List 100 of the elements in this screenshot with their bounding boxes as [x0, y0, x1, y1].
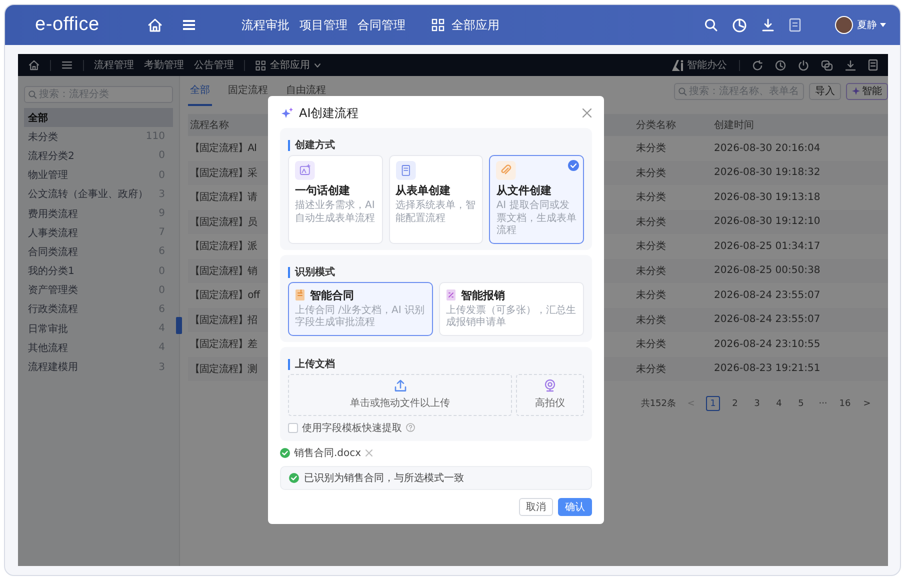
table-cell-text: 未分类 [635, 314, 667, 327]
all-apps-link[interactable]: 全部应用 [255, 58, 321, 72]
nav-link[interactable]: 项目管理 [299, 16, 348, 34]
table-cell-text: 2026-08-30 19:18:32 [713, 167, 822, 178]
search-icon[interactable] [704, 18, 718, 32]
tab[interactable]: 固定流程 [226, 76, 270, 106]
option-card[interactable]: 从表单创建 选择系统表单，智能配置流程 [388, 155, 484, 244]
option-description: 选择系统表单，智能配置流程 [396, 200, 476, 225]
column-header: 流程名称 [189, 118, 228, 132]
upload-dropzone[interactable]: 单击或拖动文件以上传 [288, 374, 512, 416]
sidebar-item[interactable]: 全部 [24, 108, 173, 128]
checkbox[interactable] [288, 422, 298, 432]
import-button[interactable]: 导入 [809, 82, 841, 100]
mode-card[interactable]: 智能报销 上传发票（可多张），汇总生成报销申请单 [439, 282, 584, 336]
table-cell-text: 未分类 [635, 362, 667, 376]
menu-icon[interactable] [61, 59, 73, 71]
camera-scan-button[interactable]: 高拍仪 [516, 374, 584, 416]
table-cell-text: 【固定流程】AI [189, 142, 257, 156]
menu-icon[interactable] [181, 17, 198, 33]
column-header: 创建时间 [713, 118, 755, 132]
table-cell-text: 未分类 [635, 190, 667, 204]
option-title: 从表单创建 [396, 183, 452, 198]
close-icon[interactable] [582, 108, 592, 118]
nav-link[interactable]: 公告管理 [194, 58, 234, 72]
avatar[interactable] [835, 16, 853, 34]
table-cell-text: 2026-08-24 23:55:07 [713, 314, 822, 326]
success-icon [289, 472, 299, 482]
page-button[interactable]: ··· [816, 396, 830, 411]
caret-icon[interactable] [880, 23, 886, 27]
nav-link[interactable]: 考勤管理 [144, 58, 184, 72]
table-cell-text: 2026-08-25 00:50:38 [713, 265, 822, 276]
table-cell-text: 未分类 [635, 166, 667, 180]
table-cell-text: 2026-08-24 23:55:07 [713, 290, 822, 301]
tab[interactable]: 全部 [188, 76, 212, 106]
page-button[interactable]: 5 [794, 396, 808, 411]
logo[interactable]: e-office [35, 14, 100, 36]
table-cell-text: 未分类 [635, 288, 667, 302]
table-cell-text: 未分类 [635, 216, 667, 229]
table-cell-text: 【固定流程】off [189, 288, 260, 302]
nav-link[interactable]: 流程审批 [241, 16, 290, 34]
chat-icon[interactable] [821, 60, 833, 70]
column-header: 分类名称 [635, 118, 677, 132]
table-cell-text: 2026-08-25 01:34:17 [713, 240, 822, 252]
home-icon[interactable] [28, 59, 40, 71]
confirm-button[interactable]: 确认 [558, 498, 592, 516]
download-icon[interactable] [845, 60, 856, 70]
file-name[interactable]: 销售合同.docx [294, 446, 362, 460]
page-button[interactable]: 3 [750, 396, 764, 411]
all-apps-link[interactable]: 全部应用 [431, 16, 500, 34]
table-cell-text: 未分类 [635, 142, 667, 156]
document-icon[interactable] [789, 18, 801, 32]
search-icon [678, 86, 687, 96]
chevron-down-icon [314, 62, 321, 68]
check-badge-icon [568, 160, 579, 171]
collapse-handle[interactable] [176, 317, 182, 334]
upload-icon [394, 379, 406, 392]
section-title: 识别模式 [288, 266, 335, 278]
refresh-icon[interactable] [752, 60, 763, 70]
option-description: AI 提取合同或发票文档，生成表单流程 [496, 200, 577, 238]
nav-link[interactable]: 流程管理 [94, 58, 134, 72]
page-button[interactable]: 2 [728, 396, 742, 411]
table-cell-text: 【固定流程】请 [189, 190, 258, 204]
notice-text: 已识别为销售合同，与所选模式一致 [304, 472, 464, 484]
contract-icon [295, 289, 305, 301]
paperclip-icon [496, 161, 516, 180]
section-title: 上传文档 [288, 358, 335, 370]
table-cell-text: 【固定流程】采 [189, 166, 258, 180]
page-button[interactable]: 1 [706, 396, 720, 411]
table-cell-text: 2026-08-30 19:12:10 [713, 216, 822, 228]
table-cell-text: 【固定流程】测 [189, 362, 258, 376]
user-name[interactable]: 夏静 [857, 18, 877, 32]
section-title: 创建方式 [288, 140, 335, 151]
option-card[interactable]: 从文件创建 AI 提取合同或发票文档，生成表单流程 [489, 155, 584, 244]
option-card[interactable]: 一句话创建 描述业务需求，AI自动生成表单流程 [288, 155, 383, 244]
next-page-button[interactable]: > [860, 396, 874, 411]
table-cell-text: 【固定流程】派 [189, 240, 258, 254]
clock-icon[interactable] [732, 18, 747, 32]
table-cell-text: 2026-08-23 19:21:51 [713, 363, 822, 374]
form-icon [396, 161, 416, 180]
cancel-button[interactable]: 取消 [519, 498, 553, 516]
table-cell-text: 【固定流程】差 [189, 338, 258, 352]
grid-icon [431, 18, 446, 32]
mode-description: 上传合同 /业务文档，AI 识别字段生成审批流程 [295, 304, 426, 330]
success-icon [280, 448, 290, 458]
nav-link[interactable]: 合同管理 [357, 16, 406, 34]
document-icon[interactable] [868, 59, 878, 71]
mode-card[interactable]: 智能合同 上传合同 /业务文档，AI 识别字段生成审批流程 [288, 282, 433, 336]
page-button[interactable]: 16 [838, 396, 852, 411]
ai-button[interactable]: 智能 [846, 82, 888, 100]
power-icon[interactable] [798, 60, 809, 70]
table-cell-text: 【固定流程】招 [189, 314, 258, 327]
table-cell-text: 2026-08-30 19:13:18 [713, 192, 822, 203]
ai-office-link[interactable]: 智能办公 [672, 58, 727, 72]
table-cell-text: 未分类 [635, 338, 667, 352]
table-cell-text: 未分类 [635, 240, 667, 254]
table-cell-text: 【固定流程】销 [189, 264, 258, 278]
page-button[interactable]: 4 [772, 396, 786, 411]
search-icon [28, 90, 37, 99]
sparkle-icon [280, 106, 293, 120]
history-icon[interactable] [775, 60, 786, 70]
